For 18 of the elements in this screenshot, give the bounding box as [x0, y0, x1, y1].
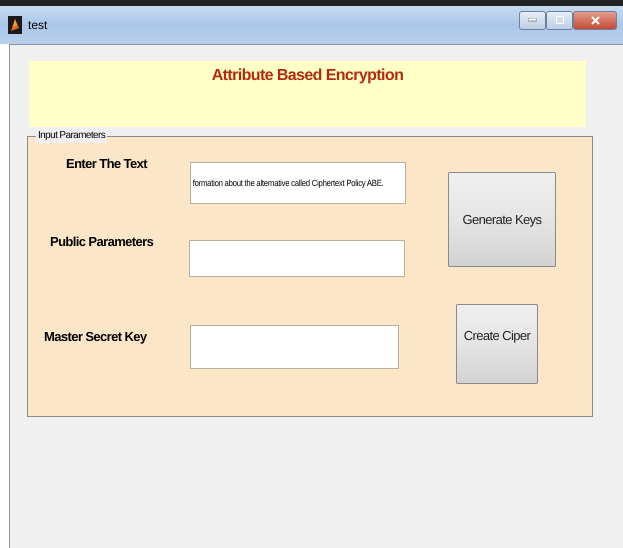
window-title: test [28, 18, 48, 32]
input-field[interactable]: formation about the alternative called Ciphertext Policy ABE. [190, 162, 406, 204]
field-label: Enter The Text [66, 156, 148, 171]
panel-title: Input Parameters [36, 129, 108, 143]
minimize-button[interactable] [519, 10, 546, 30]
field-label: Public Parameters [50, 234, 154, 249]
maximize-icon [556, 16, 564, 24]
action-button[interactable]: Generate Keys [448, 172, 556, 267]
app-icon [8, 16, 22, 34]
close-button[interactable] [573, 10, 617, 30]
input-field[interactable] [189, 240, 405, 277]
banner-title: Attribute Based Encryption [212, 67, 404, 86]
close-icon [590, 16, 600, 24]
action-button[interactable]: Create Ciper [456, 304, 538, 384]
minimize-icon [528, 18, 537, 22]
maximize-button[interactable] [546, 10, 573, 30]
input-field[interactable] [190, 325, 399, 369]
field-label: Master Secret Key [44, 329, 148, 344]
